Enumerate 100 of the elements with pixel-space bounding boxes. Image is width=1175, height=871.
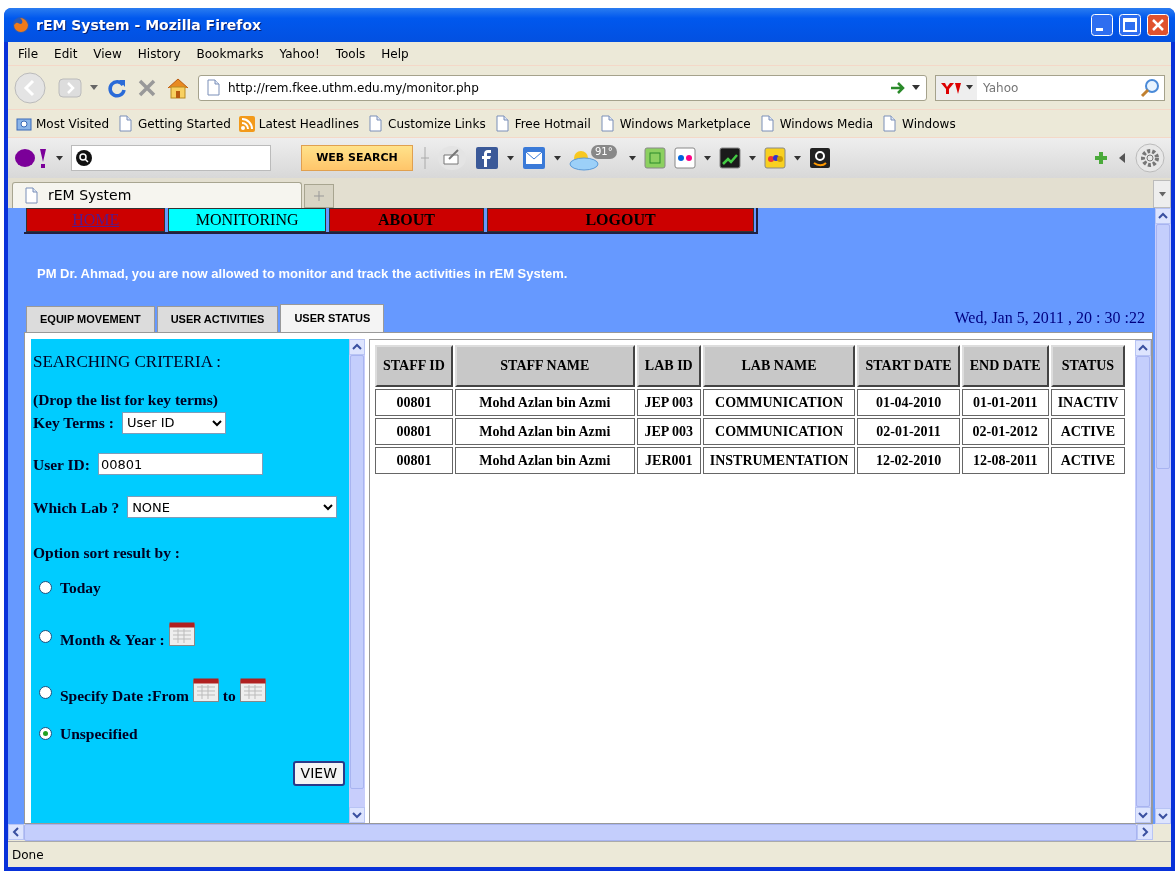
table-cell: JEP 003 (636, 417, 701, 445)
scroll-down-icon[interactable] (1157, 810, 1169, 822)
bookmark-item[interactable]: Windows Media (758, 114, 874, 133)
menu-item[interactable]: Bookmarks (190, 44, 270, 63)
search-box[interactable]: Yahoo (935, 74, 1165, 101)
option-label: to (222, 686, 236, 707)
maximize-icon[interactable] (1119, 14, 1141, 36)
scroll-down-icon[interactable] (1137, 809, 1149, 821)
bookmark-item[interactable]: Most Visited (16, 114, 110, 133)
engine-selector[interactable] (936, 75, 977, 100)
page-icon (23, 187, 40, 204)
dropdown-icon (1158, 191, 1166, 197)
menu-item[interactable]: Edit (48, 44, 84, 63)
nav-item[interactable]: LOGOUT (487, 208, 754, 232)
bookmark-item[interactable]: Customize Links (367, 114, 486, 133)
dropdown-icon[interactable] (56, 155, 63, 161)
hint-text: (Drop the list for key terms) (33, 390, 219, 410)
dropdown-icon[interactable] (749, 155, 756, 161)
app-icon[interactable] (764, 147, 786, 169)
app-icon[interactable] (809, 147, 831, 169)
option-label: Unspecified (60, 723, 138, 744)
toolbar-search-field[interactable] (71, 145, 271, 171)
user-id-field[interactable]: 00801 (97, 453, 263, 476)
option-label: Specify Date :From (60, 686, 189, 707)
page-tab[interactable]: USER STATUS (280, 303, 385, 332)
scrollbar[interactable] (349, 338, 365, 823)
scrollbar[interactable] (1155, 208, 1171, 824)
table-cell: COMMUNICATION (702, 417, 856, 445)
column-header: END DATE (961, 344, 1049, 387)
menu-item[interactable]: Help (375, 44, 415, 63)
chart-icon[interactable] (719, 147, 741, 169)
bookmark-item[interactable]: Free Hotmail (493, 114, 591, 133)
radio-button[interactable] (39, 726, 52, 740)
left-arrow-icon[interactable] (1117, 152, 1127, 164)
dropdown-icon[interactable] (507, 155, 514, 161)
page-icon (758, 115, 776, 132)
field-label: Key Terms : (33, 413, 114, 434)
page-icon (205, 79, 222, 96)
app-icon[interactable] (475, 146, 499, 170)
scroll-down-icon[interactable] (351, 809, 363, 821)
go-arrow-icon[interactable] (890, 80, 906, 95)
search-icon[interactable] (1140, 77, 1160, 98)
lab-select[interactable]: NONE (127, 496, 338, 519)
page-tab[interactable]: EQUIP MOVEMENT (26, 305, 155, 332)
radio-button[interactable] (39, 686, 52, 699)
page-icon (117, 115, 135, 132)
dropdown-icon[interactable] (554, 155, 561, 161)
close-icon[interactable] (1147, 14, 1169, 36)
menu-item[interactable]: Yahoo! (273, 44, 326, 63)
firefox-icon (12, 16, 30, 34)
nav-item[interactable]: MONITORING (168, 208, 326, 232)
dropdown-icon[interactable] (912, 84, 920, 91)
menu-item[interactable]: File (12, 44, 45, 63)
scroll-left-icon[interactable] (10, 826, 22, 838)
menu-item[interactable]: View (87, 44, 128, 63)
engine-logo-icon (940, 80, 962, 95)
table-cell: ACTIVE (1050, 446, 1126, 474)
bookmark-item[interactable]: Windows Marketplace (598, 114, 751, 133)
scroll-thumb[interactable] (1156, 224, 1170, 470)
search-icon (76, 150, 92, 166)
logo-icon[interactable] (14, 147, 48, 169)
menu-item[interactable]: Tools (329, 44, 372, 63)
radio-button[interactable] (39, 581, 52, 595)
table-cell: 12-02-2010 (857, 446, 960, 474)
table-cell: 12-08-2011 (961, 446, 1049, 474)
weather-badge: 91° (591, 145, 617, 159)
calendar-icon[interactable] (239, 677, 266, 702)
criteria-heading: SEARCHING CRITERIA : (33, 350, 222, 373)
calendar-icon[interactable] (168, 621, 195, 646)
mail-icon[interactable] (522, 146, 546, 170)
bookmark-item[interactable]: Latest Headlines (238, 114, 359, 133)
bookmark-item[interactable]: Windows (881, 114, 956, 133)
scroll-right-icon[interactable] (1139, 826, 1151, 838)
page-tab[interactable]: USER ACTIVITIES (156, 305, 279, 332)
bookmark-item[interactable]: Getting Started (117, 114, 231, 133)
key-terms-select[interactable]: User ID (121, 411, 226, 434)
minimize-icon[interactable] (1091, 14, 1113, 36)
calendar-icon[interactable] (192, 677, 219, 702)
folder-icon (16, 115, 32, 132)
dropdown-icon[interactable] (794, 155, 801, 161)
web-search-button[interactable]: WEB SEARCH (301, 145, 413, 171)
dots-icon[interactable] (674, 147, 696, 169)
menu-item[interactable]: History (131, 44, 187, 63)
browser-tab[interactable]: rEM System (12, 182, 302, 208)
scroll-thumb[interactable] (350, 354, 364, 789)
scrollbar[interactable] (1135, 339, 1151, 823)
address-field[interactable]: http://rem.fkee.uthm.edu.my/monitor.php (198, 74, 927, 101)
home-icon[interactable] (166, 76, 190, 99)
settings-icon[interactable] (1135, 143, 1165, 173)
table-cell: 00801 (375, 417, 453, 445)
radio-button[interactable] (39, 630, 52, 643)
dropdown-icon[interactable] (704, 155, 711, 161)
column-header: START DATE (857, 344, 960, 387)
tab-list-button[interactable] (1153, 180, 1171, 208)
table-cell: 02-01-2012 (961, 417, 1049, 445)
dropdown-icon[interactable] (629, 155, 636, 161)
view-button[interactable]: VIEW (292, 760, 345, 786)
scroll-thumb[interactable] (1136, 355, 1150, 807)
table-cell: COMMUNICATION (702, 388, 856, 416)
nav-item[interactable]: ABOUT (328, 208, 485, 232)
